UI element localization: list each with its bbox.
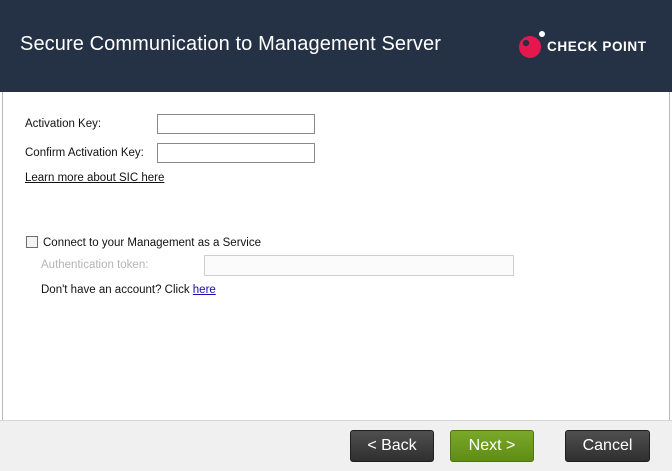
confirm-activation-key-input[interactable] <box>157 143 315 163</box>
check-point-logo: CHECK POINT <box>518 31 658 61</box>
check-point-logo-icon <box>519 31 545 58</box>
confirm-activation-key-label: Confirm Activation Key: <box>25 147 144 159</box>
activation-key-input[interactable] <box>157 114 315 134</box>
no-account-prefix: Don't have an account? Click <box>41 284 193 296</box>
header-bar: Secure Communication to Management Serve… <box>0 0 672 92</box>
auth-token-input[interactable] <box>204 255 514 276</box>
connect-service-label[interactable]: Connect to your Management as a Service <box>43 237 261 249</box>
main-content: Activation Key: Confirm Activation Key: … <box>2 92 670 420</box>
learn-more-sic-link[interactable]: Learn more about SIC here <box>25 172 164 184</box>
auth-token-label: Authentication token: <box>41 259 149 271</box>
signup-here-link[interactable]: here <box>193 284 216 296</box>
cancel-button[interactable]: Cancel <box>565 430 650 462</box>
activation-key-label: Activation Key: <box>25 118 102 130</box>
no-account-text: Don't have an account? Click here <box>41 284 216 296</box>
next-button[interactable]: Next > <box>450 430 534 462</box>
logo-text: CHECK POINT <box>547 39 647 54</box>
page-title: Secure Communication to Management Serve… <box>20 33 441 55</box>
connect-service-checkbox[interactable] <box>26 236 38 248</box>
back-button[interactable]: < Back <box>350 430 434 462</box>
